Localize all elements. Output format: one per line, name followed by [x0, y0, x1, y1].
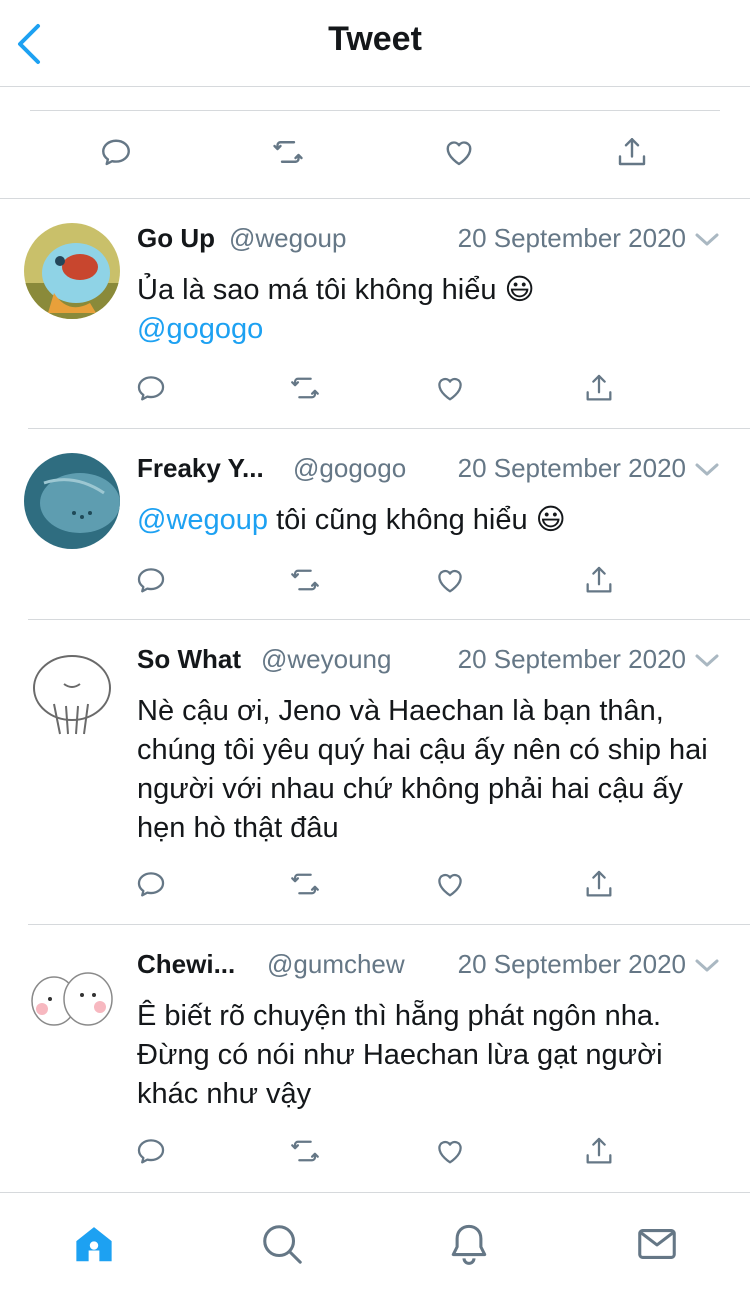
reply-button[interactable] — [134, 563, 174, 603]
page-title: Tweet — [328, 20, 422, 58]
reply-meta: Go Up @wegoup 20 September 2020 — [137, 223, 722, 259]
retweet-button[interactable] — [288, 867, 328, 907]
user-handle[interactable]: @weyoung — [261, 644, 391, 675]
reply-icon — [137, 872, 165, 897]
chevron-down-icon[interactable] — [694, 957, 720, 975]
timestamp: 20 September 2020 — [457, 223, 686, 253]
user-handle[interactable]: @gumchew — [267, 949, 405, 980]
like-button[interactable] — [441, 134, 481, 174]
avatar[interactable] — [24, 644, 120, 740]
share-icon — [618, 138, 646, 166]
tweet-text-line: Ủa là sao má tôi không hiểu 😃 — [137, 274, 535, 306]
main-tweet-actions — [0, 112, 750, 199]
divider — [30, 110, 720, 111]
share-button[interactable] — [582, 371, 622, 411]
search-icon — [263, 1225, 302, 1264]
tweet-text: @wegoup tôi cũng không hiểu 😃 — [137, 501, 727, 540]
home-icon — [76, 1227, 112, 1262]
reply-icon — [137, 568, 165, 593]
like-icon — [438, 377, 462, 401]
chevron-down-icon[interactable] — [694, 461, 720, 479]
retweet-icon — [291, 873, 319, 895]
tweet-text-line: tôi cũng không hiểu 😃 — [268, 504, 566, 536]
like-icon — [446, 141, 472, 166]
share-icon — [586, 1137, 612, 1164]
reply-tweet[interactable]: Freaky Y... @gogogo 20 September 2020 @w… — [0, 429, 750, 620]
squirtle-avatar-icon — [24, 223, 120, 319]
share-icon — [586, 374, 612, 401]
tweet-text: Nè cậu ơi, Jeno và Haechan là bạn thân, … — [137, 695, 708, 844]
nav-header: Tweet — [0, 0, 750, 87]
avatar[interactable] — [24, 453, 120, 549]
notifications-icon — [451, 1224, 487, 1265]
avatar[interactable] — [24, 223, 120, 319]
tab-home[interactable] — [71, 1221, 117, 1267]
timestamp: 20 September 2020 — [457, 949, 686, 979]
share-icon — [586, 566, 612, 593]
retweet-icon — [291, 1140, 319, 1162]
cartoon-avatar-icon — [24, 644, 120, 740]
reply-meta: So What @weyoung 20 September 2020 — [137, 644, 722, 680]
like-button[interactable] — [433, 867, 473, 907]
display-name[interactable]: Go Up — [137, 223, 215, 254]
tab-bar — [0, 1192, 750, 1293]
timestamp: 20 September 2020 — [457, 453, 686, 483]
like-icon — [438, 1140, 462, 1164]
chevron-down-icon[interactable] — [694, 231, 720, 249]
reply-button[interactable] — [98, 134, 138, 174]
retweet-icon — [273, 141, 303, 163]
reply-meta: Freaky Y... @gogogo 20 September 2020 — [137, 453, 722, 489]
reply-button[interactable] — [134, 1134, 174, 1174]
display-name[interactable]: Chewi... — [137, 949, 235, 980]
tab-search[interactable] — [259, 1221, 305, 1267]
reply-button[interactable] — [134, 371, 174, 411]
like-button[interactable] — [433, 563, 473, 603]
share-button[interactable] — [582, 1134, 622, 1174]
reply-icon — [102, 139, 130, 166]
reply-tweet[interactable]: Chewi... @gumchew 20 September 2020 Ê bi… — [0, 925, 750, 1192]
reply-button[interactable] — [134, 867, 174, 907]
reply-meta: Chewi... @gumchew 20 September 2020 — [137, 949, 722, 985]
display-name[interactable]: So What — [137, 644, 241, 675]
reply-tweet[interactable]: Go Up @wegoup 20 September 2020 Ủa là sa… — [0, 199, 750, 429]
bunny-avatar-icon — [24, 949, 120, 1045]
reply-tweet[interactable]: So What @weyoung 20 September 2020 Nè cậ… — [0, 620, 750, 925]
share-button[interactable] — [614, 134, 654, 174]
share-button[interactable] — [582, 563, 622, 603]
reply-icon — [137, 1139, 165, 1164]
like-icon — [438, 873, 462, 897]
display-name[interactable]: Freaky Y... — [137, 453, 264, 484]
retweet-button[interactable] — [288, 371, 328, 411]
retweet-icon — [291, 569, 319, 591]
timestamp: 20 September 2020 — [457, 644, 686, 674]
retweet-button[interactable] — [288, 563, 328, 603]
like-button[interactable] — [433, 371, 473, 411]
mention-link[interactable]: @wegoup — [137, 504, 268, 536]
user-handle[interactable]: @wegoup — [229, 223, 346, 254]
messages-icon — [638, 1229, 676, 1259]
user-handle[interactable]: @gogogo — [293, 453, 406, 484]
tweet-text: Ê biết rõ chuyện thì hẵng phát ngôn nha.… — [137, 1000, 663, 1110]
tab-notifications[interactable] — [446, 1221, 492, 1267]
like-button[interactable] — [433, 1134, 473, 1174]
tweet-text: Ủa là sao má tôi không hiểu 😃 @gogogo — [137, 271, 727, 349]
retweet-icon — [291, 377, 319, 399]
share-button[interactable] — [582, 867, 622, 907]
stingray-avatar-icon — [24, 453, 120, 549]
retweet-button[interactable] — [270, 134, 310, 174]
tab-messages[interactable] — [634, 1221, 680, 1267]
like-icon — [438, 569, 462, 593]
reply-icon — [137, 376, 165, 401]
retweet-button[interactable] — [288, 1134, 328, 1174]
avatar[interactable] — [24, 949, 120, 1045]
share-icon — [586, 870, 612, 897]
mention-link[interactable]: @gogogo — [137, 310, 727, 349]
chevron-down-icon[interactable] — [694, 652, 720, 670]
